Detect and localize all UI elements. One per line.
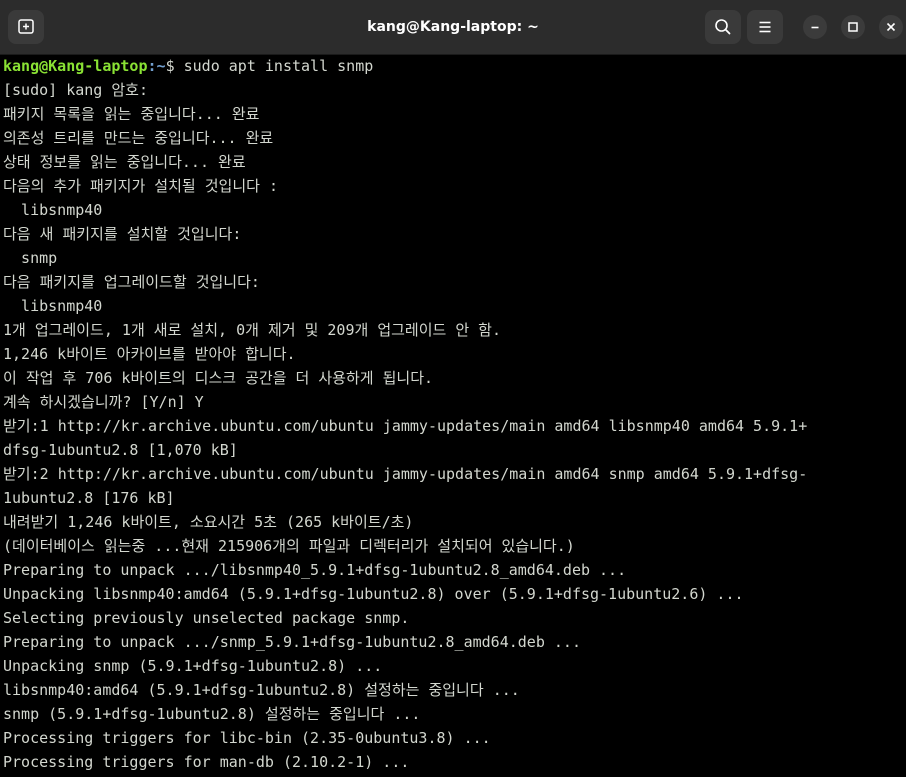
output-line: 이 작업 후 706 k바이트의 디스크 공간을 더 사용하게 됩니다. (3, 369, 434, 387)
output-line: snmp (5.9.1+dfsg-1ubuntu2.8) 설정하는 중입니다 .… (3, 705, 421, 723)
output-line: Unpacking libsnmp40:amd64 (5.9.1+dfsg-1u… (3, 585, 744, 603)
output-line: 다음의 추가 패키지가 설치될 것입니다 : (3, 177, 278, 195)
output-line: 패키지 목록을 읽는 중입니다... 완료 (3, 105, 260, 123)
output-line: Processing triggers for man-db (2.10.2-1… (3, 753, 410, 771)
command-prompt-line: kang@Kang-laptop:~$ sudo apt install snm… (3, 54, 906, 78)
output-line: 1ubuntu2.8 [176 kB] (3, 489, 175, 507)
output-line: libsnmp40 (3, 201, 103, 219)
terminal-output-area[interactable]: kang@Kang-laptop:~$ sudo apt install snm… (3, 54, 906, 777)
output-line: 계속 하시겠습니까? [Y/n] Y (3, 393, 204, 411)
minimize-button[interactable] (803, 15, 827, 39)
prompt-command: sudo apt install snmp (183, 57, 374, 75)
minimize-icon (811, 26, 819, 29)
prompt-user-host: kang@Kang-laptop (3, 57, 148, 75)
terminal-window: kang@Kang-laptop: ~ kang@Kang-laptop:~$ … (0, 0, 906, 777)
hamburger-menu-icon (759, 21, 771, 33)
close-icon (886, 22, 896, 32)
output-line: Preparing to unpack .../snmp_5.9.1+dfsg-… (3, 633, 581, 651)
output-line: 의존성 트리를 만드는 중입니다... 완료 (3, 129, 274, 147)
output-line: dfsg-1ubuntu2.8 [1,070 kB] (3, 441, 238, 459)
output-line: Processing triggers for libc-bin (2.35-0… (3, 729, 491, 747)
maximize-icon (848, 22, 858, 32)
output-line: (데이터베이스 읽는중 ...현재 215906개의 파일과 디렉터리가 설치되… (3, 537, 575, 555)
output-line: 받기:2 http://kr.archive.ubuntu.com/ubuntu… (3, 465, 808, 483)
output-line: 받기:1 http://kr.archive.ubuntu.com/ubuntu… (3, 417, 808, 435)
output-line: 상태 정보를 읽는 중입니다... 완료 (3, 153, 246, 171)
menu-button[interactable] (747, 10, 783, 44)
output-line: Preparing to unpack .../libsnmp40_5.9.1+… (3, 561, 627, 579)
output-line: Selecting previously unselected package … (3, 609, 410, 627)
output-line: 내려받기 1,246 k바이트, 소요시간 5초 (265 k바이트/초) (3, 513, 414, 531)
search-button[interactable] (705, 10, 741, 44)
output-line: 다음 패키지를 업그레이드할 것입니다: (3, 273, 260, 291)
prompt-symbol: $ (165, 57, 184, 75)
title-bar: kang@Kang-laptop: ~ (0, 0, 906, 55)
output-line: 1개 업그레이드, 1개 새로 설치, 0개 제거 및 209개 업그레이드 안… (3, 321, 502, 339)
output-line: snmp (3, 249, 58, 267)
search-icon (715, 19, 731, 35)
output-line: [sudo] kang 암호: (3, 81, 149, 99)
output-line: 다음 새 패키지를 설치할 것입니다: (3, 225, 242, 243)
new-tab-button[interactable] (8, 10, 44, 44)
output-line: libsnmp40:amd64 (5.9.1+dfsg-1ubuntu2.8) … (3, 681, 520, 699)
prompt-path: :~ (147, 57, 166, 75)
maximize-button[interactable] (841, 15, 865, 39)
close-button[interactable] (879, 15, 903, 39)
output-line: libsnmp40 (3, 297, 103, 315)
output-line: Unpacking snmp (5.9.1+dfsg-1ubuntu2.8) .… (3, 657, 383, 675)
output-line: 1,246 k바이트 아카이브를 받아야 합니다. (3, 345, 296, 363)
new-tab-icon (18, 19, 34, 34)
